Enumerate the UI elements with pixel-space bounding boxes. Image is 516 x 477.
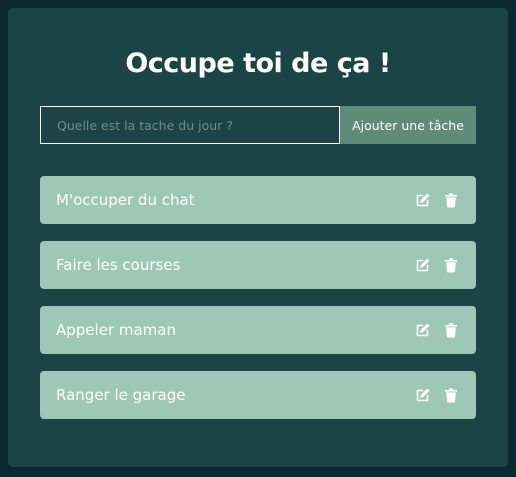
todo-item: M'occuper du chat	[40, 176, 476, 224]
todo-actions	[414, 256, 460, 274]
todo-item: Faire les courses	[40, 241, 476, 289]
trash-icon[interactable]	[442, 256, 460, 274]
edit-icon[interactable]	[414, 256, 432, 274]
todo-actions	[414, 321, 460, 339]
edit-icon[interactable]	[414, 321, 432, 339]
page-title: Occupe toi de ça !	[125, 48, 391, 79]
todo-item: Appeler maman	[40, 306, 476, 354]
todo-text: M'occuper du chat	[56, 191, 195, 209]
trash-icon[interactable]	[442, 386, 460, 404]
add-task-button[interactable]: Ajouter une tâche	[340, 106, 476, 144]
todo-text: Faire les courses	[56, 256, 181, 274]
task-input[interactable]	[40, 106, 340, 144]
todo-text: Appeler maman	[56, 321, 176, 339]
edit-icon[interactable]	[414, 191, 432, 209]
add-task-form: Ajouter une tâche	[40, 106, 476, 144]
todo-card: Occupe toi de ça ! Ajouter une tâche M'o…	[8, 8, 508, 467]
trash-icon[interactable]	[442, 321, 460, 339]
trash-icon[interactable]	[442, 191, 460, 209]
todo-text: Ranger le garage	[56, 386, 186, 404]
todo-list: M'occuper du chat Faire les courses Appe…	[40, 176, 476, 436]
todo-item: Ranger le garage	[40, 371, 476, 419]
edit-icon[interactable]	[414, 386, 432, 404]
todo-actions	[414, 386, 460, 404]
todo-actions	[414, 191, 460, 209]
